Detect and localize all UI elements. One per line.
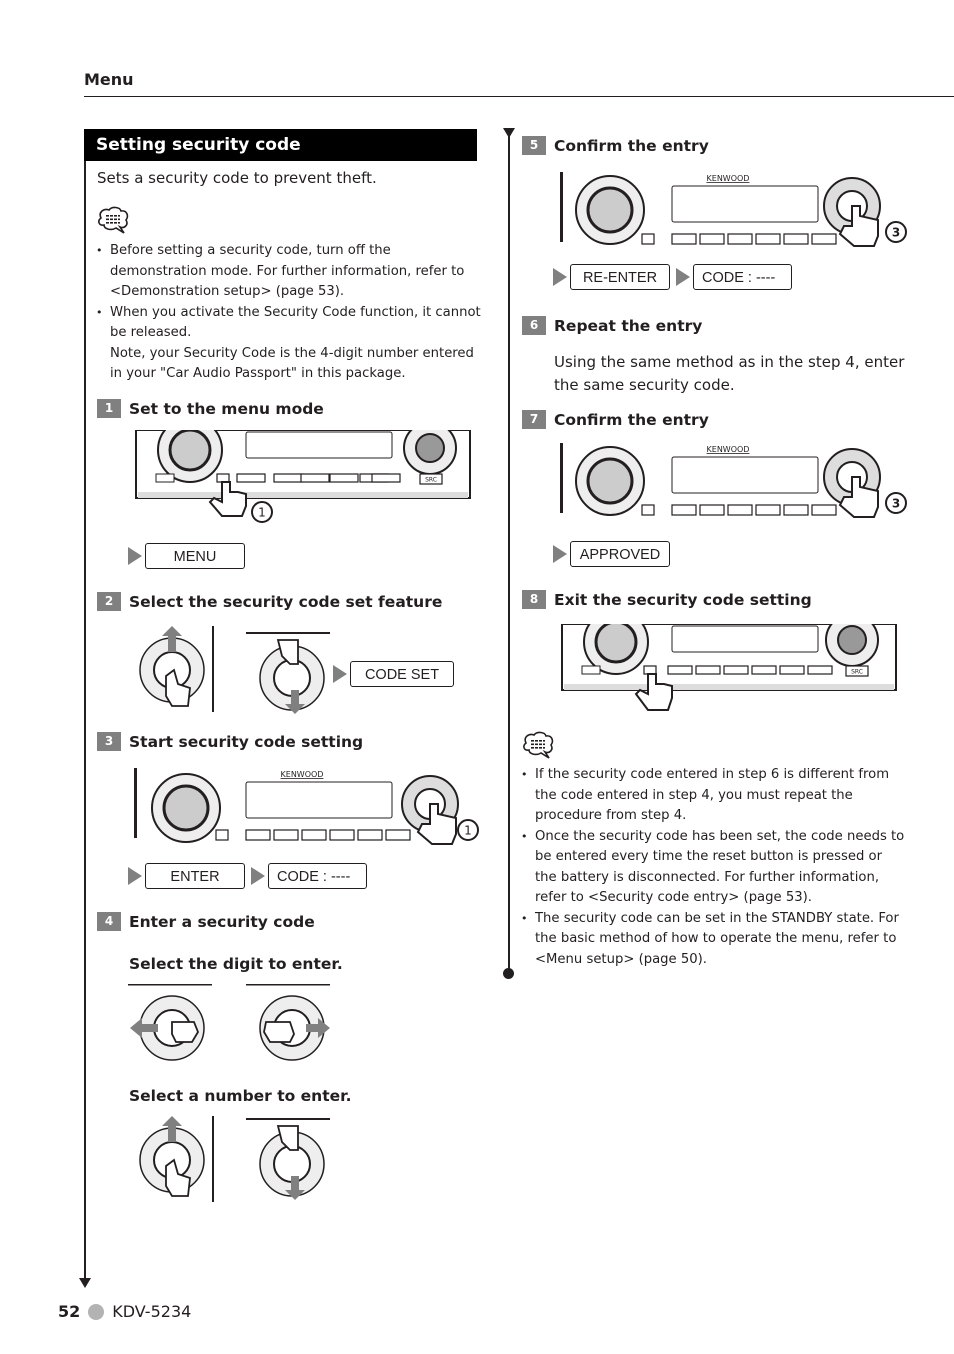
brand-logo: KENWOOD <box>707 174 750 183</box>
step-1-heading: 1 Set to the menu mode <box>97 399 324 418</box>
arrow-right-icon <box>676 268 690 286</box>
step-2-heading: 2 Select the security code set feature <box>97 592 442 611</box>
note-icon <box>521 731 555 761</box>
flow-arrow-down-icon <box>79 1278 91 1288</box>
note-item: When you activate the Security Code func… <box>96 303 481 385</box>
step-title: Select the security code set feature <box>129 592 443 611</box>
press-hand-icon <box>208 481 247 517</box>
knob-down-illustration <box>246 1116 332 1202</box>
note-item: Before setting a security code, turn off… <box>96 241 481 303</box>
display-re-enter: RE-ENTER <box>570 264 670 290</box>
step-number-badge: 6 <box>522 316 546 335</box>
svg-text:1: 1 <box>464 824 472 838</box>
device-panel-illustration: KENWOOD 3 <box>560 172 910 252</box>
left-flow-line <box>84 161 86 1281</box>
svg-text:1: 1 <box>258 506 266 520</box>
step-number-badge: 5 <box>522 136 546 155</box>
subtitle: Sets a security code to prevent theft. <box>97 169 377 187</box>
step-title: Start security code setting <box>129 732 364 751</box>
note-list-top: Before setting a security code, turn off… <box>96 241 481 385</box>
page-title: Setting security code <box>84 129 477 161</box>
step-title: Exit the security code setting <box>554 590 812 609</box>
src-label: SRC <box>851 669 863 676</box>
display-code-set: CODE SET <box>350 661 454 687</box>
svg-text:3: 3 <box>892 226 900 240</box>
note-item: Once the security code has been set, the… <box>521 827 906 909</box>
step-6-text: Using the same method as in the step 4, … <box>554 353 905 394</box>
step-title: Confirm the entry <box>554 136 709 155</box>
display-code-blank: CODE : ---- <box>693 264 792 290</box>
step-number-badge: 8 <box>522 590 546 609</box>
arrow-right-icon <box>128 547 142 565</box>
display-menu: MENU <box>145 543 245 569</box>
step-number-badge: 1 <box>97 399 121 418</box>
display-code-blank: CODE : ---- <box>268 863 367 889</box>
note-item: If the security code entered in step 6 i… <box>521 765 906 827</box>
footer-dot-icon <box>88 1303 105 1320</box>
arrow-right-icon <box>251 867 265 885</box>
step-4-subheading-digit: Select the digit to enter. <box>129 955 343 973</box>
arrow-right-icon <box>333 665 347 683</box>
device-panel-illustration: KENWOOD 1 <box>134 768 484 848</box>
knob-right-illustration <box>246 984 332 1070</box>
section-label: Menu <box>84 70 134 89</box>
display-sequence: APPROVED <box>553 541 676 567</box>
step-4-heading: 4 Enter a security code <box>97 912 315 931</box>
page-footer: 52 KDV-5234 <box>58 1302 191 1321</box>
step-6-heading: 6 Repeat the entry <box>522 316 702 335</box>
src-label: SRC <box>425 477 437 484</box>
step-number-badge: 7 <box>522 410 546 429</box>
knob-up-illustration <box>128 626 214 712</box>
device-panel-illustration: SRC <box>560 624 900 716</box>
device-panel-illustration: SRC 1 <box>134 430 474 525</box>
timer-3sec-icon: 3 <box>885 492 907 514</box>
note-item: The security code can be set in the STAN… <box>521 909 906 971</box>
display-enter: ENTER <box>145 863 245 889</box>
step-4-subheading-number: Select a number to enter. <box>129 1087 352 1105</box>
knob-up-illustration <box>128 1116 214 1202</box>
arrow-right-icon <box>128 867 142 885</box>
flow-end-dot-icon <box>503 968 514 979</box>
step-title: Enter a security code <box>129 912 315 931</box>
header-rule <box>84 96 954 97</box>
arrow-right-icon <box>553 545 567 563</box>
step-5-heading: 5 Confirm the entry <box>522 136 709 155</box>
step-number-badge: 3 <box>97 732 121 751</box>
display-sequence: MENU <box>128 543 251 569</box>
knob-down-illustration <box>246 630 332 716</box>
knob-left-illustration <box>128 984 214 1070</box>
page-number: 52 <box>58 1302 81 1321</box>
timer-1sec-icon: 1 <box>457 819 479 841</box>
step-3-heading: 3 Start security code setting <box>97 732 363 751</box>
brand-logo: KENWOOD <box>281 770 324 779</box>
step-8-heading: 8 Exit the security code setting <box>522 590 812 609</box>
svg-text:3: 3 <box>892 497 900 511</box>
display-approved: APPROVED <box>570 541 670 567</box>
display-sequence: ENTER CODE : ---- <box>128 863 373 889</box>
timer-3sec-icon: 3 <box>885 221 907 243</box>
note-list-bottom: If the security code entered in step 6 i… <box>521 765 906 970</box>
step-title: Set to the menu mode <box>129 399 324 418</box>
brand-logo: KENWOOD <box>707 445 750 454</box>
model-name: KDV-5234 <box>112 1302 192 1321</box>
step-number-badge: 4 <box>97 912 121 931</box>
step-number-badge: 2 <box>97 592 121 611</box>
step-7-heading: 7 Confirm the entry <box>522 410 709 429</box>
display-sequence: CODE SET <box>333 661 460 687</box>
arrow-right-icon <box>553 268 567 286</box>
device-panel-illustration: KENWOOD 3 <box>560 443 910 523</box>
timer-1sec-icon: 1 <box>251 501 273 523</box>
display-sequence: RE-ENTER CODE : ---- <box>553 264 798 290</box>
press-hand-icon <box>634 673 673 711</box>
step-title: Repeat the entry <box>554 316 703 335</box>
right-flow-line <box>508 136 510 972</box>
note-icon <box>96 206 130 236</box>
step-title: Confirm the entry <box>554 410 709 429</box>
